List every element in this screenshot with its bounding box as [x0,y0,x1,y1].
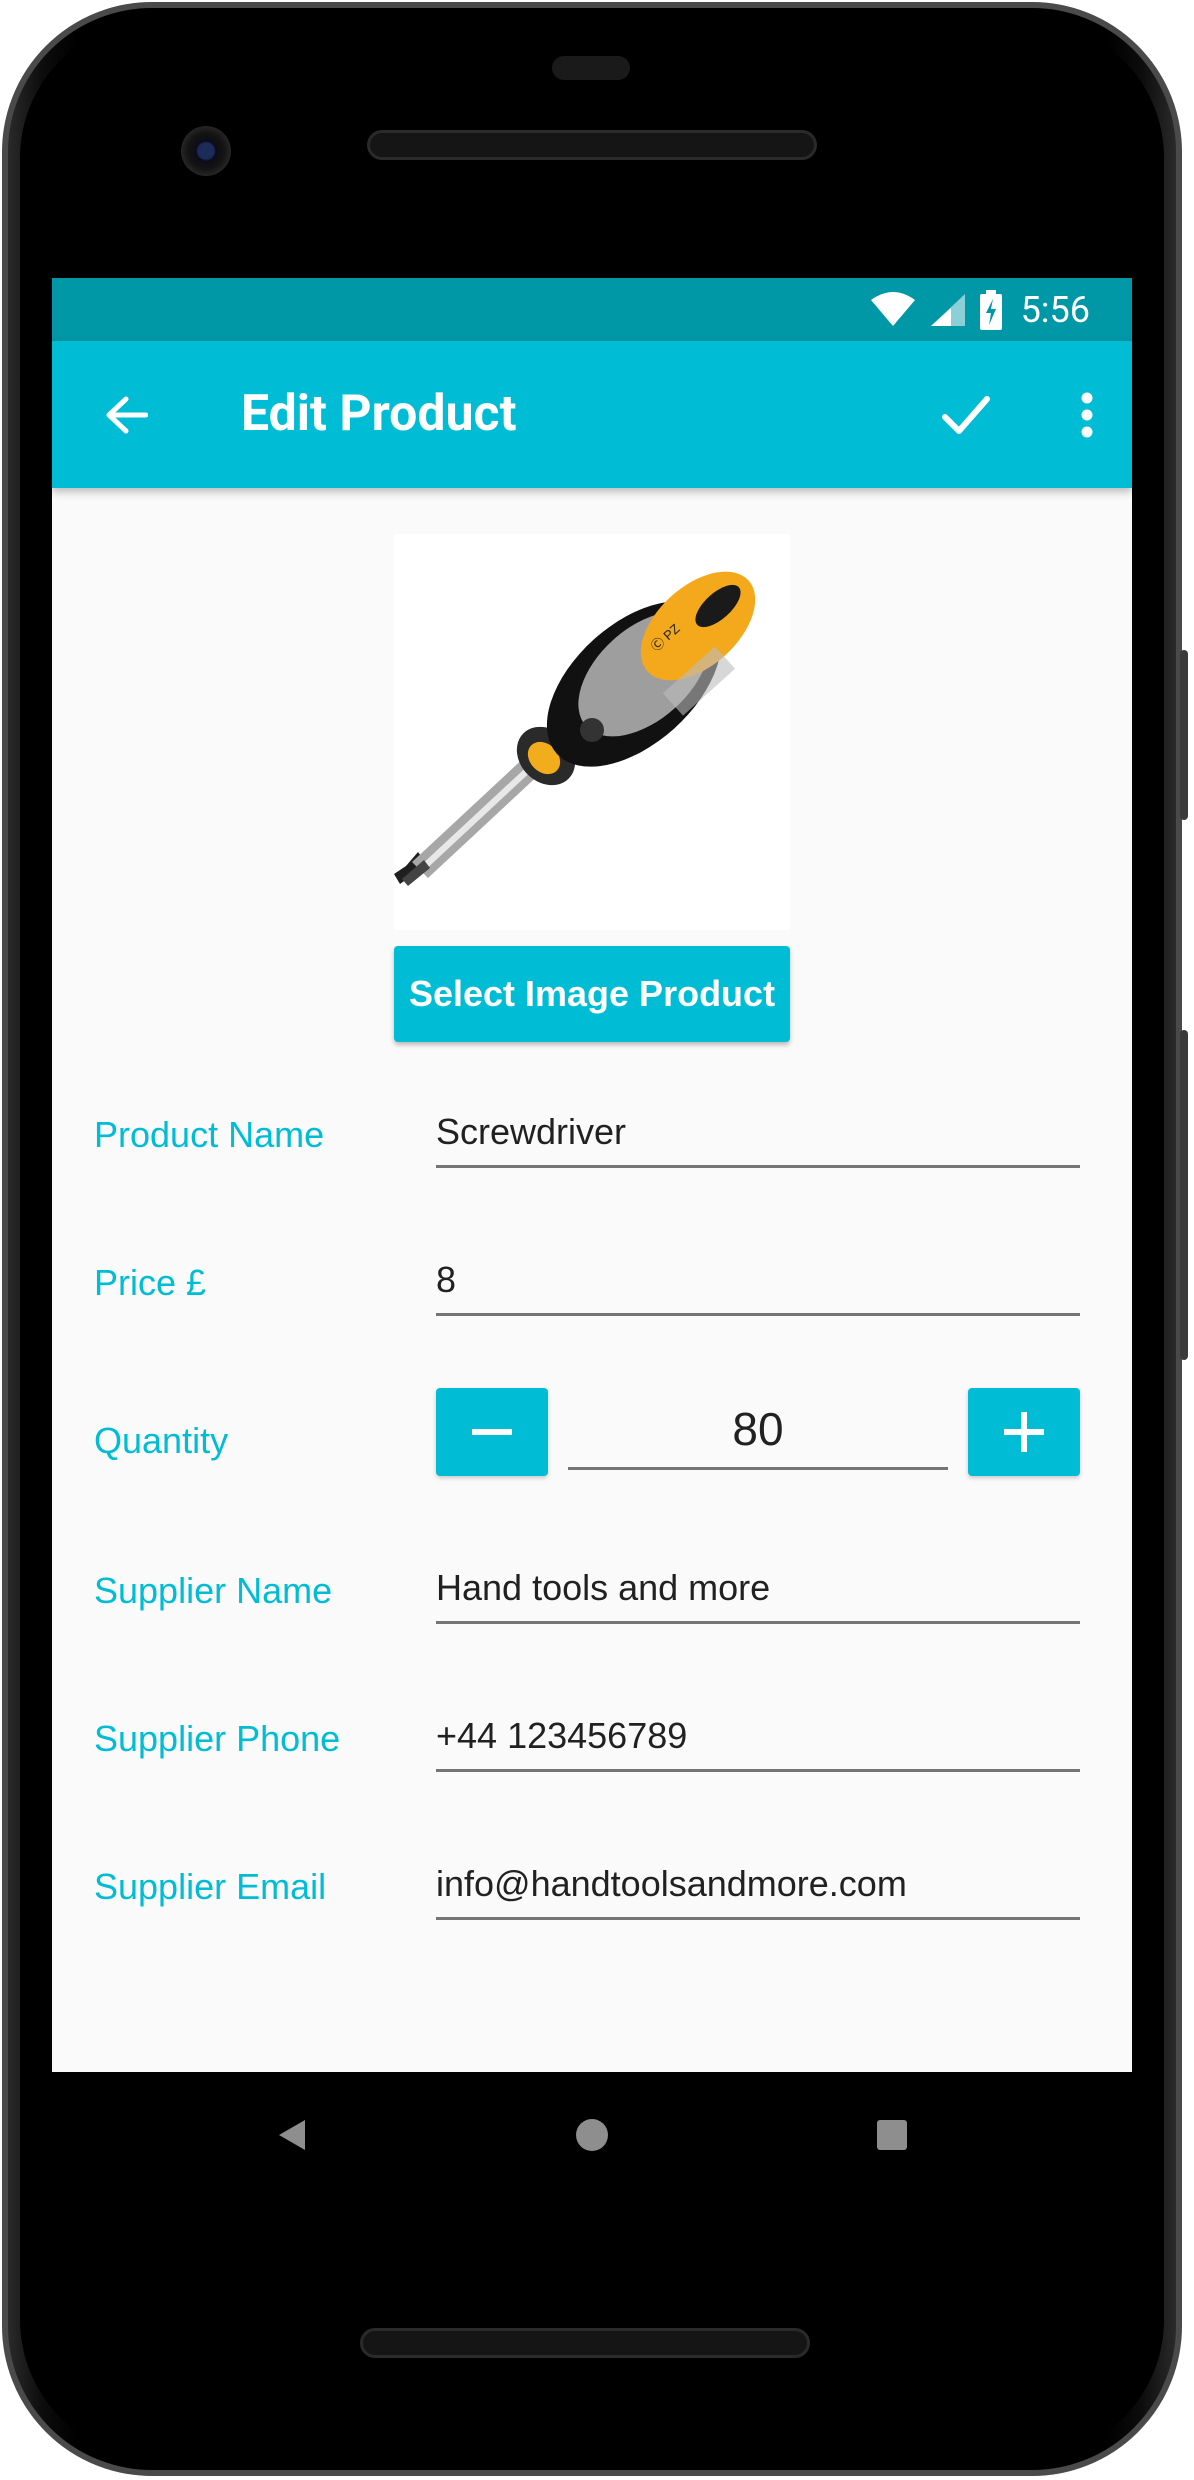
select-image-button[interactable]: Select Image Product [394,946,790,1042]
back-button[interactable] [94,383,157,446]
overflow-menu-button[interactable] [1066,383,1108,446]
quantity-decrement-button[interactable] [436,1388,548,1476]
plus-icon [1004,1412,1044,1452]
nav-home-button[interactable] [562,2105,622,2165]
product-image: Ⓒ PZ [394,534,790,930]
app-bar: Edit Product [52,341,1132,488]
bottom-speaker [360,2328,810,2358]
price-input[interactable] [436,1246,1080,1316]
product-name-input[interactable] [436,1098,1080,1168]
page-title: Edit Product [241,385,517,443]
price-label: Price £ [94,1262,207,1303]
earpiece-speaker [367,130,817,160]
supplier-email-label: Supplier Email [94,1866,327,1907]
quantity-label: Quantity [94,1420,229,1461]
triangle-back-icon [279,2120,305,2150]
cell-signal-icon [929,292,965,328]
status-time: 5:56 [1020,288,1090,331]
supplier-phone-input[interactable] [436,1702,1080,1772]
arrow-left-icon [106,396,148,433]
nav-recents-button[interactable] [862,2105,922,2165]
quantity-input[interactable] [568,1390,948,1470]
supplier-name-input[interactable] [436,1554,1080,1624]
wifi-icon [870,291,915,328]
circle-home-icon [576,2119,608,2151]
nav-back-button[interactable] [262,2105,322,2165]
front-camera [181,126,231,176]
volume-button [1180,1030,1188,1360]
status-bar: 5:56 [52,278,1132,341]
checkmark-icon [941,395,990,434]
supplier-name-label: Supplier Name [94,1570,333,1611]
battery-charging-icon [979,289,1003,330]
system-nav-bar [52,2072,1132,2198]
supplier-phone-label: Supplier Phone [94,1718,341,1759]
app-screen: 5:56 Edit Product Ⓒ PZ Select Image Prod… [52,278,1132,2072]
more-vertical-icon [1081,392,1093,437]
square-recents-icon [877,2120,907,2150]
proximity-sensor [552,56,630,80]
save-button[interactable] [934,383,997,446]
product-name-label: Product Name [94,1114,325,1155]
screwdriver-image-icon: Ⓒ PZ [394,571,756,886]
supplier-email-input[interactable] [436,1850,1080,1920]
minus-icon [472,1429,512,1435]
power-button [1180,650,1188,820]
quantity-increment-button[interactable] [968,1388,1080,1476]
